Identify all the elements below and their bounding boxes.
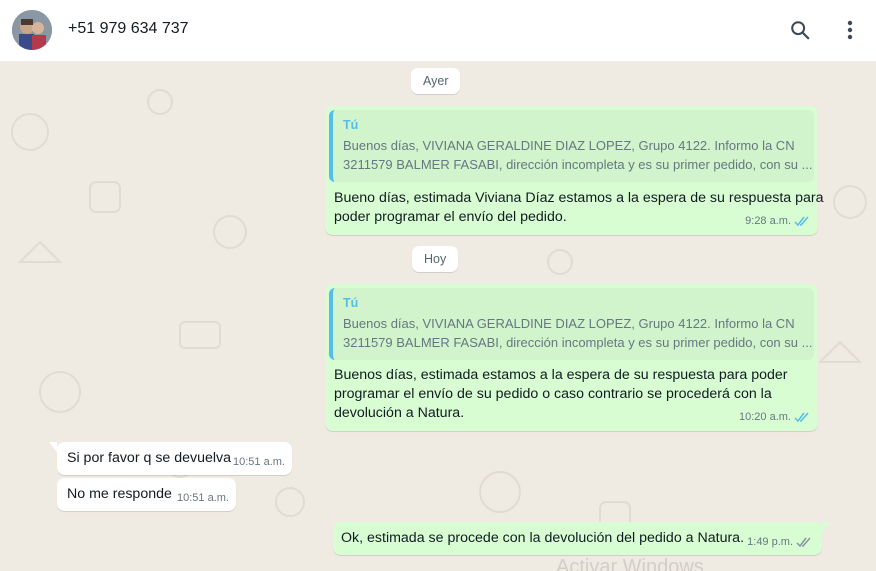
- message-text: No me responde: [67, 486, 172, 502]
- message-time: 1:49 p.m.: [747, 536, 793, 548]
- contact-name[interactable]: +51 979 634 737: [68, 20, 189, 38]
- message-meta: 1:49 p.m.: [747, 533, 812, 552]
- os-activation-watermark: Activar Windows: [556, 556, 704, 571]
- quote-text-line: 3211579 BALMER FASABI, dirección incompl…: [343, 335, 813, 350]
- message-list[interactable]: Ayer Tú Buenos días, VIVIANA GERALDINE D…: [0, 62, 876, 571]
- message-text-line: Buenos días, estimada estamos a la esper…: [334, 367, 788, 383]
- message-text: Ok, estimada se procede con la devolució…: [341, 530, 745, 546]
- more-vert-icon[interactable]: [837, 17, 863, 43]
- message-time: 9:28 a.m.: [745, 215, 791, 227]
- read-ticks-icon: [794, 412, 809, 423]
- chat-header: +51 979 634 737: [0, 0, 876, 62]
- read-ticks-icon: [794, 216, 809, 227]
- message-text-line: devolución a Natura.: [334, 405, 465, 421]
- incoming-message[interactable]: Si por favor q se devuelva 10:51 a.m.: [49, 442, 292, 475]
- quote-author: Tú: [343, 118, 359, 132]
- incoming-message[interactable]: No me responde 10:51 a.m.: [57, 478, 236, 511]
- message-text: Si por favor q se devuelva: [67, 450, 232, 466]
- quote-text-line: Buenos días, VIVIANA GERALDINE DIAZ LOPE…: [343, 138, 795, 153]
- message-meta: 9:28 a.m.: [745, 212, 810, 231]
- message-text-line: Bueno días, estimada Viviana Díaz estamo…: [334, 190, 824, 206]
- search-icon[interactable]: [787, 17, 813, 43]
- delivered-ticks-icon: [796, 537, 811, 548]
- quote-text-line: Buenos días, VIVIANA GERALDINE DIAZ LOPE…: [343, 316, 795, 331]
- quoted-message[interactable]: Tú Buenos días, VIVIANA GERALDINE DIAZ L…: [329, 110, 814, 182]
- quoted-message[interactable]: Tú Buenos días, VIVIANA GERALDINE DIAZ L…: [329, 288, 814, 360]
- message-time: 10:51 a.m.: [177, 492, 229, 504]
- outgoing-message[interactable]: Ok, estimada se procede con la devolució…: [333, 522, 830, 555]
- outgoing-message[interactable]: Tú Buenos días, VIVIANA GERALDINE DIAZ L…: [325, 284, 818, 431]
- message-text: Buenos días, estimada estamos a la esper…: [334, 366, 788, 423]
- message-time: 10:51 a.m.: [233, 456, 285, 468]
- avatar-photo-icon: [12, 10, 52, 50]
- message-text-line: programar el envío de su pedido o caso c…: [334, 386, 772, 402]
- contact-avatar[interactable]: [12, 10, 52, 50]
- date-separator-yesterday: Ayer: [411, 68, 461, 94]
- date-separator-today: Hoy: [412, 246, 459, 272]
- outgoing-message[interactable]: Tú Buenos días, VIVIANA GERALDINE DIAZ L…: [325, 106, 824, 235]
- quote-text-line: 3211579 BALMER FASABI, dirección incompl…: [343, 157, 813, 172]
- bubble-tail: [49, 442, 57, 452]
- message-meta: 10:20 a.m.: [739, 408, 810, 427]
- message-time: 10:20 a.m.: [739, 411, 791, 423]
- bubble-tail: [822, 522, 830, 532]
- quote-author: Tú: [343, 296, 359, 310]
